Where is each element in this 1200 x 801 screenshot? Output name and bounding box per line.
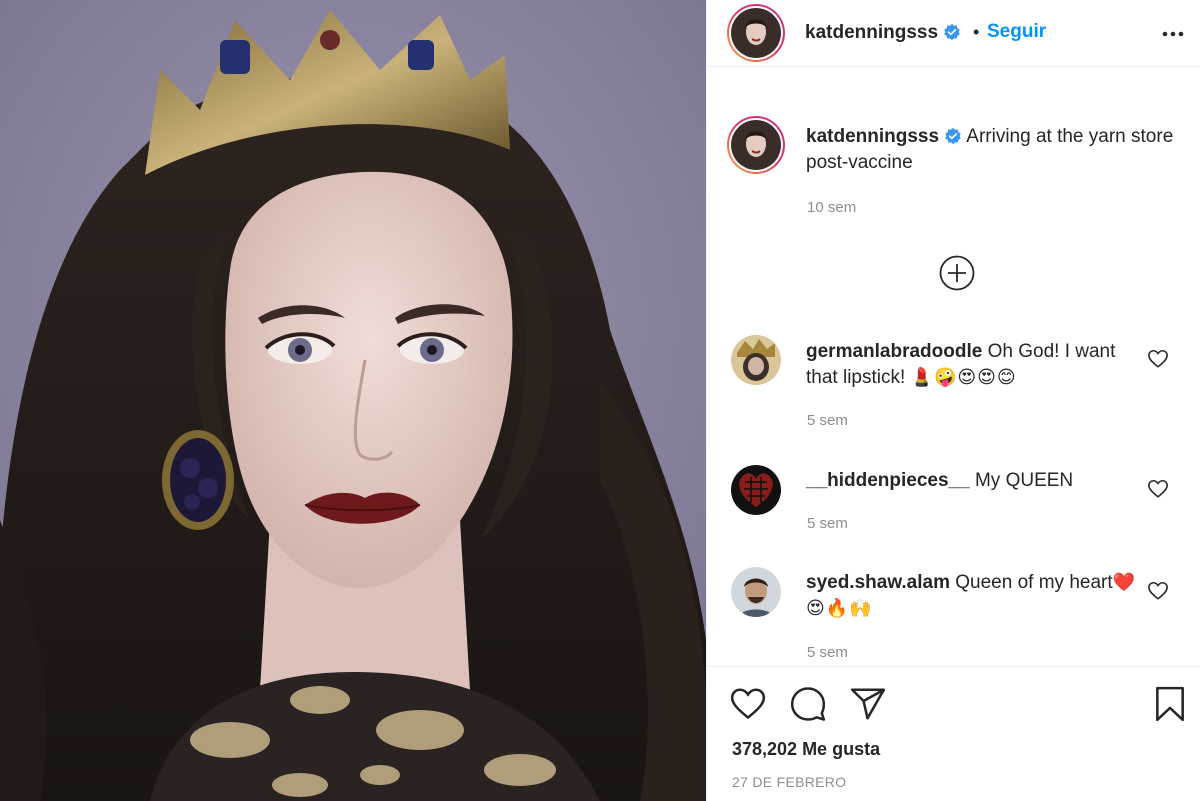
post-header: katdenningsss • Seguir [707,0,1200,67]
commenter-avatar[interactable] [731,567,781,617]
verified-badge-icon [944,23,960,41]
comment-time[interactable]: 5 sem [807,412,848,429]
comment-like-icon[interactable] [1147,478,1169,500]
author-avatar[interactable] [727,4,785,62]
author-avatar-image [731,8,781,58]
comment-like-icon[interactable] [1147,580,1169,602]
heart-icon[interactable] [729,685,767,723]
comment-time[interactable]: 5 sem [807,515,848,532]
comment-text: __hiddenpieces__ My QUEEN [806,468,1146,494]
comment-emojis: 💄🤪😍😍😊 [910,367,1017,388]
caption-time[interactable]: 10 sem [807,199,856,216]
comment-like-icon[interactable] [1147,348,1169,370]
caption-username[interactable]: katdenningsss [806,126,939,147]
comment-text: germanlabradoodle Oh God! I want that li… [806,339,1146,391]
author-username-text[interactable]: katdenningsss [805,22,938,43]
author-username[interactable]: katdenningsss [805,22,961,44]
caption-avatar[interactable] [727,116,785,174]
comments-list[interactable]: katdenningsss Arriving at the yarn store… [707,68,1200,666]
caption-avatar-image [731,120,781,170]
share-icon[interactable] [849,685,887,723]
post-side-panel: katdenningsss • Seguir katdenningsss Arr… [706,0,1200,801]
post-actions: 378,202 Me gusta 27 DE FEBRERO [707,666,1200,801]
header-separator-dot: • [973,22,980,42]
comment-icon[interactable] [789,685,827,723]
comment-body: My QUEEN [974,470,1074,491]
post-image[interactable] [0,0,706,801]
likes-count[interactable]: 378,202 Me gusta [732,739,880,760]
follow-button[interactable]: Seguir [987,21,1046,43]
commenter-avatar[interactable] [731,465,781,515]
commenter-avatar[interactable] [731,335,781,385]
more-options-icon[interactable] [1159,20,1187,48]
plus-circle-icon[interactable] [938,254,976,292]
comment-username[interactable]: syed.shaw.alam [806,572,950,593]
caption-text: katdenningsss Arriving at the yarn store… [806,124,1176,176]
comment-text: syed.shaw.alam Queen of my heart❤️😍🔥🙌 [806,570,1146,622]
portrait-photo [0,0,706,801]
comment-username[interactable]: germanlabradoodle [806,341,982,362]
verified-badge-icon [945,127,961,145]
comment-username[interactable]: __hiddenpieces__ [806,470,970,491]
post-date[interactable]: 27 DE FEBRERO [732,774,846,790]
comment-time[interactable]: 5 sem [807,644,848,661]
bookmark-icon[interactable] [1151,685,1189,723]
comment-body: Queen of my heart [955,572,1113,593]
